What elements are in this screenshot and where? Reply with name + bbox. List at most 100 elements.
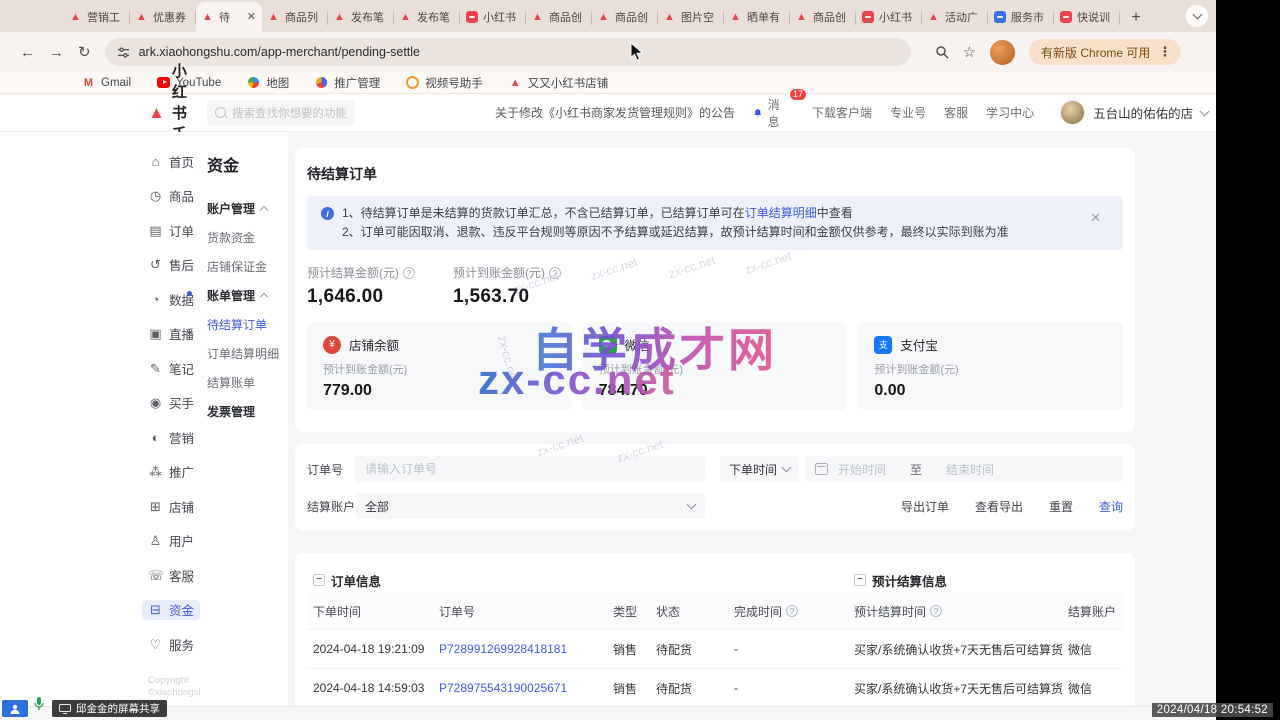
help-icon[interactable]: [930, 605, 942, 617]
stat-settle-amount: 预计结算金额(元) 1,646.00: [307, 264, 415, 308]
search-icon: [215, 107, 226, 118]
store-avatar: [1060, 100, 1085, 125]
submenu-group-bills[interactable]: 账单管理: [207, 281, 288, 310]
browser-tab[interactable]: 商品创: [526, 2, 592, 32]
time-type-select[interactable]: 下单时间: [720, 456, 799, 482]
end-date-placeholder[interactable]: 结束时间: [946, 461, 994, 478]
professional-account-link[interactable]: 专业号: [890, 104, 926, 121]
chrome-profile-avatar[interactable]: [990, 40, 1015, 65]
help-icon[interactable]: [786, 605, 798, 617]
sidebar-item-buyer[interactable]: 买手: [148, 393, 200, 413]
mic-icon[interactable]: [33, 696, 45, 717]
collapse-icon[interactable]: [313, 574, 325, 586]
qianfan-icon: [70, 11, 82, 23]
bookmark-star-icon[interactable]: [963, 43, 976, 61]
start-date-placeholder[interactable]: 开始时间: [838, 461, 886, 478]
browser-tab[interactable]: 发布笔: [328, 2, 394, 32]
sidebar-item-goods[interactable]: 商品: [148, 186, 200, 206]
export-orders-button[interactable]: 导出订单: [901, 498, 949, 515]
submenu-item-settle-bill[interactable]: 结算账单: [207, 368, 288, 397]
sidebar-item-promotion[interactable]: 推广: [148, 462, 200, 482]
address-bar[interactable]: ark.xiaohongshu.com/app-merchant/pending…: [105, 38, 911, 66]
bookmark-promotion[interactable]: 推广管理: [315, 75, 380, 91]
back-icon[interactable]: ←: [20, 45, 35, 60]
browser-tab[interactable]: 商品创: [790, 2, 856, 32]
monitor-icon: [59, 704, 71, 714]
submenu-item-payment-funds[interactable]: 货款资金: [207, 223, 288, 252]
chrome-menu-icon[interactable]: [1158, 44, 1171, 60]
forward-icon[interactable]: →: [49, 45, 64, 60]
collapse-icon[interactable]: [854, 574, 866, 586]
sidebar-item-notes[interactable]: 笔记: [148, 358, 200, 378]
submenu-item-deposit[interactable]: 店铺保证金: [207, 252, 288, 281]
qianfan-icon: [796, 11, 808, 23]
sidebar-item-home[interactable]: 首页: [148, 151, 200, 171]
close-tab-icon[interactable]: ✕: [247, 12, 256, 23]
browser-tab-active[interactable]: 待✕: [196, 2, 262, 32]
xiaohongshu-icon: [1060, 11, 1072, 23]
browser-tab[interactable]: 优惠券: [130, 2, 196, 32]
chrome-update-button[interactable]: 有新版 Chrome 可用: [1029, 39, 1181, 65]
search-icon[interactable]: [935, 45, 949, 59]
sidebar-item-data[interactable]: 数据: [148, 289, 200, 309]
browser-tab[interactable]: 小红书: [856, 2, 922, 32]
sidebar-item-live[interactable]: 直播: [148, 324, 200, 344]
app-search-input[interactable]: 搜索查找你想要的功能: [207, 100, 355, 125]
messages-button[interactable]: 消息 17: [753, 96, 784, 130]
browser-tab[interactable]: 发布笔: [394, 2, 460, 32]
new-tab-button[interactable]: [1124, 6, 1148, 30]
help-icon[interactable]: [549, 267, 561, 279]
sidebar-item-shop[interactable]: 店铺: [148, 496, 200, 516]
group-order-info: 订单信息: [307, 571, 650, 590]
browser-tab[interactable]: 服务市: [988, 2, 1054, 32]
sidebar-item-service[interactable]: 客服: [148, 565, 200, 585]
browser-tab[interactable]: 图片空: [658, 2, 724, 32]
date-range-picker[interactable]: 开始时间 至 结束时间: [805, 456, 1123, 482]
order-link[interactable]: P728975543190025671: [433, 681, 607, 695]
bookmark-xhs-shop[interactable]: 又又小红书店铺: [509, 75, 609, 91]
submenu-group-account[interactable]: 账户管理: [207, 194, 288, 223]
announcement-link[interactable]: 关于修改《小红书商家发货管理规则》的公告: [495, 104, 735, 121]
sidebar-item-marketing[interactable]: 营销: [148, 427, 200, 447]
sidebar-item-orders[interactable]: 订单: [148, 220, 200, 240]
close-icon[interactable]: [1090, 210, 1101, 242]
reset-button[interactable]: 重置: [1049, 498, 1073, 515]
funds-submenu: 资金 账户管理 货款资金 店铺保证金 账单管理 待结算订单 订单结算明细 结算账…: [200, 132, 288, 720]
settle-account-select[interactable]: 全部: [355, 493, 705, 519]
sidebar-item-funds[interactable]: 资金: [142, 600, 200, 620]
browser-tab[interactable]: 活动广: [922, 2, 988, 32]
sidebar-item-services[interactable]: 服务: [148, 634, 200, 654]
view-export-button[interactable]: 查看导出: [975, 498, 1023, 515]
order-no-input[interactable]: [355, 456, 705, 482]
screen-share-tooltip: 邱金金的屏幕共享: [52, 700, 167, 717]
browser-tab[interactable]: 商品列: [262, 2, 328, 32]
bookmark-channels[interactable]: 视频号助手: [406, 75, 483, 91]
sidebar-item-aftersale[interactable]: 售后: [148, 255, 200, 275]
submenu-group-invoice[interactable]: 发票管理: [207, 397, 288, 426]
browser-tab[interactable]: 小红书: [460, 2, 526, 32]
customer-service-link[interactable]: 客服: [944, 104, 968, 121]
store-account-menu[interactable]: 五台山的佑佑的店: [1060, 100, 1208, 125]
submenu-item-pending-settle[interactable]: 待结算订单: [207, 310, 288, 339]
learning-center-link[interactable]: 学习中心: [986, 104, 1034, 121]
order-link[interactable]: P728991269928418181: [433, 642, 607, 656]
download-client-link[interactable]: 下载客户端: [812, 104, 872, 121]
summary-card: 待结算订单 1、待结算订单是未结算的货款订单汇总，不含已结算订单，已结算订单可在…: [295, 148, 1135, 432]
browser-tab[interactable]: 晒单有: [724, 2, 790, 32]
browser-tab[interactable]: 快说训: [1054, 2, 1120, 32]
meeting-participant-icon[interactable]: [2, 700, 28, 717]
query-button[interactable]: 查询: [1099, 498, 1123, 515]
tab-search-chevron[interactable]: [1186, 5, 1208, 27]
bookmark-gmail[interactable]: Gmail: [82, 76, 131, 89]
reload-icon[interactable]: ↻: [78, 45, 91, 60]
help-icon[interactable]: [403, 267, 415, 279]
sidebar-item-users[interactable]: 用户: [148, 531, 200, 551]
person-icon: [9, 703, 21, 715]
browser-tab[interactable]: 营销工: [64, 2, 130, 32]
browser-tab[interactable]: 商品创: [592, 2, 658, 32]
account-card-alipay: 支付宝 预计到账金额(元) 0.00: [858, 322, 1123, 410]
promotion-icon: [316, 77, 327, 88]
bookmark-maps[interactable]: 地图: [247, 75, 289, 91]
settle-detail-link[interactable]: 订单结算明细: [745, 206, 817, 220]
submenu-item-settle-detail[interactable]: 订单结算明细: [207, 339, 288, 368]
